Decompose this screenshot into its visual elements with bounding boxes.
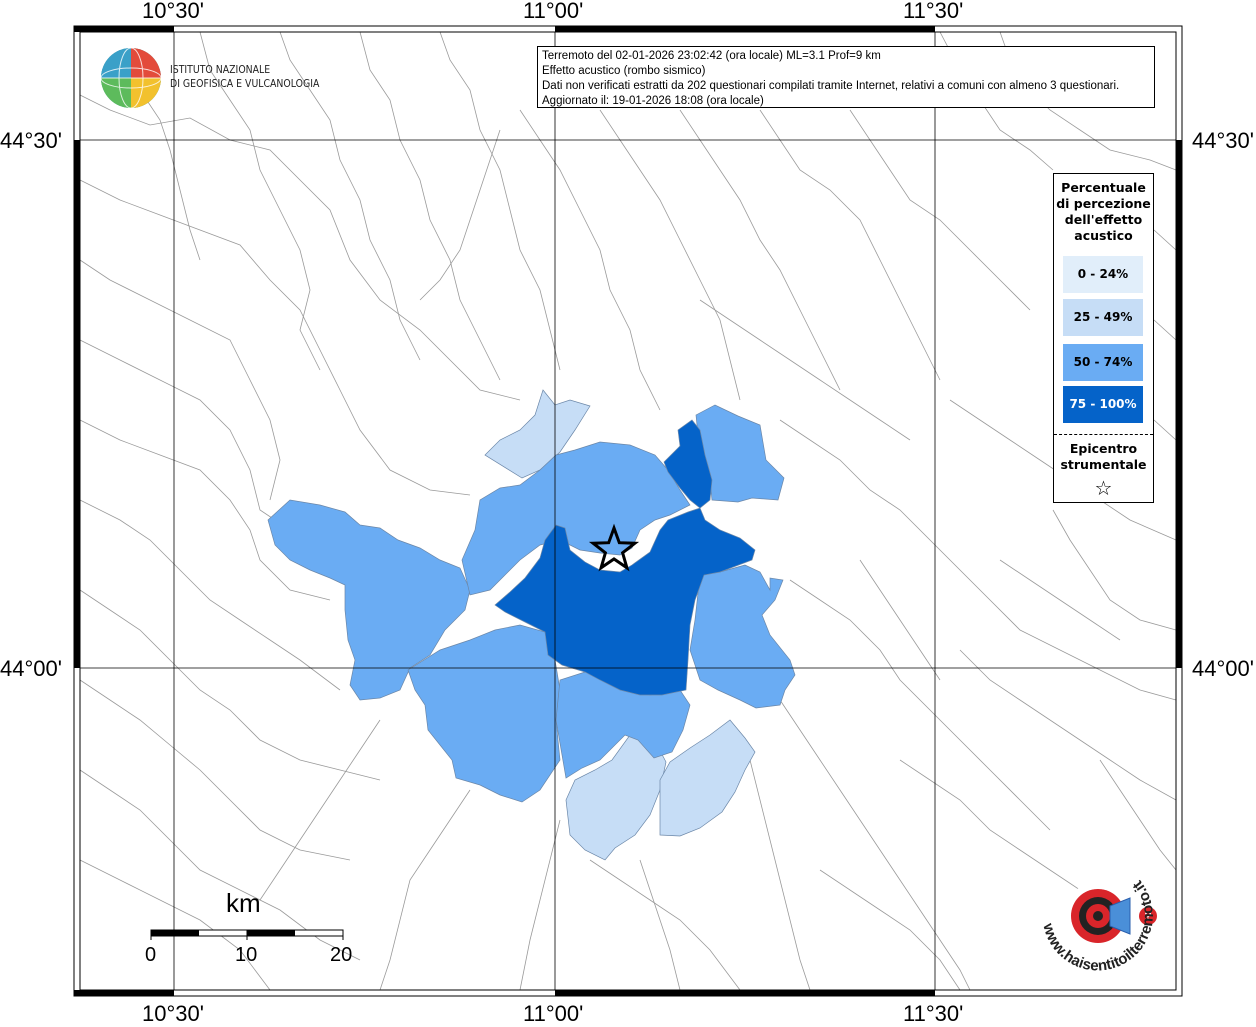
- legend: Percentuale di percezione dell'effetto a…: [1053, 173, 1154, 503]
- scale-label-10: 10: [235, 944, 258, 966]
- lon-label-bottom-3: 11°30': [903, 1001, 964, 1026]
- scale-label-20: 20: [330, 944, 353, 966]
- event-info-line2: Effetto acustico (rombo sismico): [542, 65, 706, 77]
- legend-title-line3: dell'effetto: [1064, 212, 1143, 227]
- event-info-line1: Terremoto del 02-01-2026 23:02:42 (ora l…: [542, 50, 881, 62]
- lat-label-left-1: 44°30': [0, 128, 62, 153]
- lon-label-top-2: 11°00': [523, 0, 584, 23]
- lon-label-bottom-1: 10°30': [142, 1001, 204, 1026]
- legend-title-line4: acustico: [1074, 228, 1133, 243]
- lon-label-top-1: 10°30': [142, 0, 204, 23]
- lat-label-right-1: 44°30': [1192, 128, 1254, 153]
- lon-label-bottom-2: 11°00': [523, 1001, 584, 1026]
- legend-epicenter-line1: Epicentro: [1069, 441, 1138, 456]
- ingv-logo-line1: ISTITUTO NAZIONALE: [170, 63, 271, 76]
- legend-swatch-75-100: 75 - 100%: [1063, 386, 1143, 423]
- legend-swatch-50-74: 50 - 74%: [1063, 344, 1143, 381]
- lat-label-right-2: 44°00': [1192, 656, 1254, 681]
- lon-label-top-3: 11°30': [903, 0, 964, 23]
- legend-title: Percentuale di percezione dell'effetto a…: [1054, 180, 1153, 244]
- ingv-logo-line2: DI GEOFISICA E VULCANOLOGIA: [170, 77, 320, 90]
- legend-title-line2: di percezione: [1056, 196, 1151, 211]
- legend-epicenter-line2: strumentale: [1060, 457, 1147, 472]
- event-info-line4: Aggiornato il: 19-01-2026 18:08 (ora loc…: [542, 95, 764, 107]
- legend-swatch-0-24: 0 - 24%: [1063, 256, 1143, 293]
- legend-swatch-25-49: 25 - 49%: [1063, 299, 1143, 336]
- legend-separator: [1054, 434, 1153, 435]
- intensity-map: ? www.haisentitoilterremoto.it: [73, 25, 1183, 997]
- ingv-logo-text: ISTITUTO NAZIONALE DI GEOFISICA E VULCAN…: [170, 63, 319, 91]
- legend-epicenter-label: Epicentro strumentale: [1054, 441, 1153, 473]
- legend-star-icon: ☆: [1094, 476, 1113, 500]
- scale-unit: km: [226, 888, 261, 918]
- lat-label-left-2: 44°00': [0, 656, 62, 681]
- event-info-line3: Dati non verificati estratti da 202 ques…: [542, 80, 1120, 92]
- ingv-logo-globe: [100, 47, 162, 109]
- event-info-box: Terremoto del 02-01-2026 23:02:42 (ora l…: [537, 46, 1155, 108]
- legend-title-line1: Percentuale: [1061, 180, 1146, 195]
- scale-label-0: 0: [145, 944, 157, 966]
